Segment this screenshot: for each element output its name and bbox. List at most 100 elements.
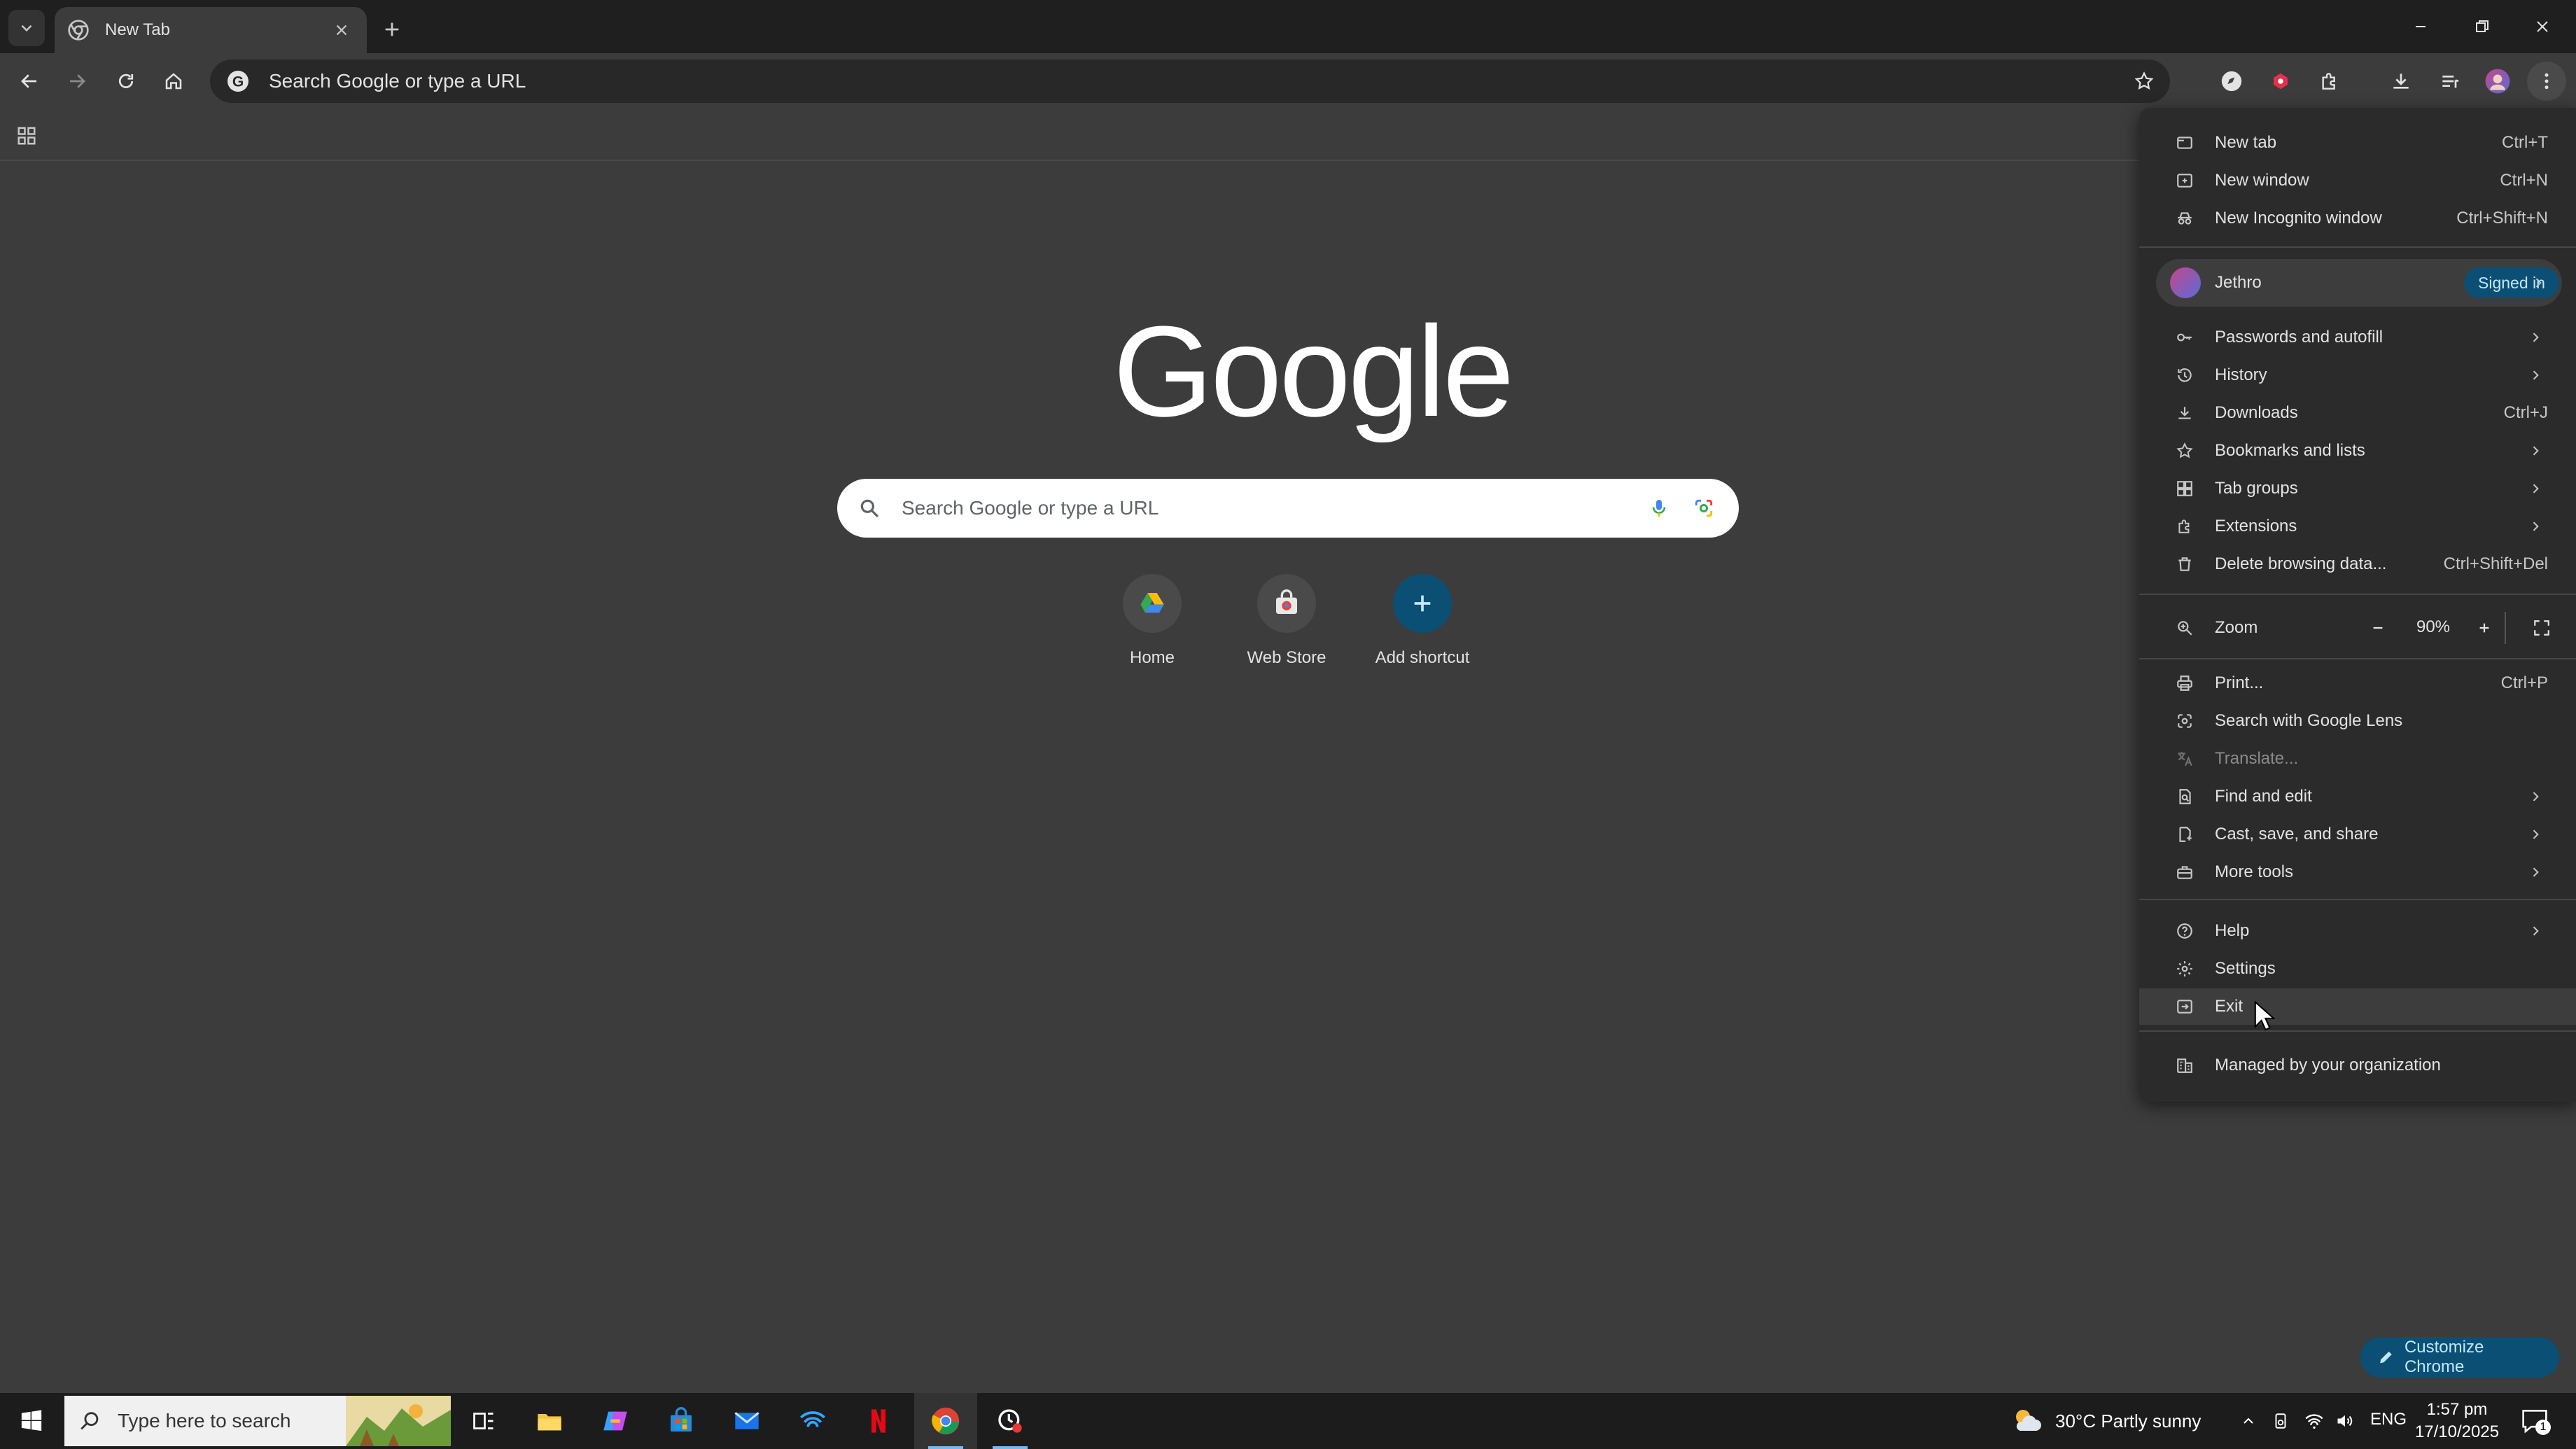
show-hidden-icons-button[interactable] (2234, 1407, 2262, 1435)
back-button[interactable] (8, 60, 50, 102)
menu-item-label: New Incognito window (2215, 209, 2382, 227)
microsoft-store-button[interactable] (650, 1393, 713, 1449)
extension-2-button[interactable] (2261, 62, 2300, 101)
netflix-icon (872, 1409, 886, 1433)
chrome-taskbar-button[interactable] (914, 1393, 977, 1449)
task-view-button[interactable] (452, 1393, 515, 1449)
chevron-right-icon (2533, 446, 2539, 456)
chevron-right-icon (2533, 332, 2539, 342)
menu-item-extensions[interactable]: Extensions (2139, 508, 2576, 545)
tab-search-button[interactable] (8, 10, 45, 46)
file-explorer-button[interactable] (518, 1393, 581, 1449)
new-tab-button[interactable] (375, 13, 409, 46)
google-drive-icon (1140, 593, 1164, 613)
menu-item-managed[interactable]: Managed by your organization (2139, 1047, 2576, 1084)
close-icon (2537, 21, 2548, 32)
menu-profile-row[interactable]: Jethro Signed in (2156, 259, 2562, 307)
voice-search-button[interactable] (1645, 494, 1673, 522)
netflix-button[interactable] (847, 1393, 910, 1449)
extension-1-button[interactable] (2212, 62, 2251, 101)
menu-item-new-window[interactable]: New window Ctrl+N (2139, 162, 2576, 199)
screen-recorder-button[interactable] (979, 1393, 1042, 1449)
menu-item-downloads[interactable]: Downloads Ctrl+J (2139, 395, 2576, 431)
home-button[interactable] (153, 60, 195, 102)
exit-icon (2174, 996, 2195, 1017)
copilot-button[interactable] (584, 1393, 647, 1449)
ntp-search-box[interactable]: Search Google or type a URL (837, 479, 1739, 538)
menu-item-label: New tab (2215, 133, 2277, 152)
menu-separator (2139, 246, 2576, 248)
shortcut-label: Web Store (1247, 648, 1326, 667)
start-button[interactable] (0, 1393, 63, 1449)
menu-item-label: Managed by your organization (2215, 1056, 2441, 1074)
extensions-button[interactable] (2310, 62, 2349, 101)
shortcut-add[interactable]: Add shortcut (1359, 574, 1485, 686)
web-store-icon (1276, 589, 1297, 614)
toolbox-icon (2174, 862, 2195, 883)
network-button[interactable] (2300, 1407, 2328, 1435)
taskbar-search-box[interactable]: Type here to search (64, 1396, 451, 1446)
omnibox[interactable]: G Search Google or type a URL (210, 59, 2170, 103)
shortcut-web-store[interactable]: Web Store (1224, 574, 1350, 686)
menu-item-passwords[interactable]: Passwords and autofill (2139, 319, 2576, 356)
menu-item-translate[interactable]: Translate... (2139, 741, 2576, 777)
zoom-in-button[interactable] (2470, 613, 2499, 643)
restore-button[interactable] (2460, 8, 2505, 45)
tray-device-button[interactable] (2267, 1407, 2295, 1435)
pencil-icon (2380, 1351, 2392, 1364)
apps-button[interactable] (11, 120, 42, 151)
volume-button[interactable] (2331, 1407, 2359, 1435)
bookmark-star-icon[interactable] (2134, 71, 2155, 92)
tab-new-tab[interactable]: New Tab (55, 7, 367, 53)
shortcut-home[interactable]: Home (1089, 574, 1215, 686)
plus-icon (1414, 595, 1431, 612)
profile-button[interactable] (2478, 62, 2517, 101)
ntp-search-placeholder: Search Google or type a URL (902, 497, 1159, 519)
close-window-button[interactable] (2520, 8, 2565, 45)
menu-item-label: Search with Google Lens (2215, 711, 2403, 730)
fullscreen-button[interactable] (2528, 615, 2555, 641)
svg-text:G: G (232, 74, 244, 90)
puzzle-icon (2174, 516, 2195, 537)
vpn-app-button[interactable] (781, 1393, 844, 1449)
minimize-button[interactable] (2398, 8, 2443, 45)
reload-button[interactable] (105, 60, 147, 102)
menu-item-label: Settings (2215, 959, 2276, 978)
menu-item-more-tools[interactable]: More tools (2139, 854, 2576, 890)
windows-logo-icon (21, 1410, 42, 1432)
menu-item-find-and-edit[interactable]: Find and edit (2139, 778, 2576, 815)
menu-item-print[interactable]: Print... Ctrl+P (2139, 665, 2576, 701)
forward-button[interactable] (56, 60, 98, 102)
menu-item-label: Passwords and autofill (2215, 328, 2384, 346)
menu-item-history[interactable]: History (2139, 357, 2576, 393)
lens-search-button[interactable] (1690, 494, 1718, 522)
chevron-right-icon (2533, 867, 2539, 877)
chrome-menu-button[interactable] (2527, 62, 2566, 101)
notification-center-button[interactable]: 1 (2517, 1406, 2552, 1436)
taskbar-clock[interactable]: 1:57 pm 17/10/2025 (2408, 1399, 2506, 1443)
menu-item-help[interactable]: Help (2139, 913, 2576, 949)
zoom-out-button[interactable] (2363, 613, 2393, 643)
menu-item-exit[interactable]: Exit (2139, 988, 2576, 1025)
menu-item-delete-browsing-data[interactable]: Delete browsing data... Ctrl+Shift+Del (2139, 546, 2576, 582)
menu-item-new-incognito-window[interactable]: New Incognito window Ctrl+Shift+N (2139, 200, 2576, 237)
menu-item-label: History (2215, 365, 2267, 384)
menu-item-tab-groups[interactable]: Tab groups (2139, 470, 2576, 507)
mail-button[interactable] (715, 1393, 778, 1449)
menu-item-settings[interactable]: Settings (2139, 951, 2576, 987)
menu-item-google-lens[interactable]: Search with Google Lens (2139, 703, 2576, 739)
shortcut-label: Home (1129, 648, 1175, 667)
language-indicator[interactable]: ENG (2370, 1410, 2407, 1429)
weather-widget[interactable]: 30°C Partly sunny (2010, 1393, 2201, 1449)
tab-close-button[interactable] (329, 18, 354, 43)
menu-item-new-tab[interactable]: New tab Ctrl+T (2139, 125, 2576, 161)
media-controls-button[interactable] (2430, 62, 2470, 101)
downloads-button[interactable] (2381, 62, 2421, 101)
menu-item-label: More tools (2215, 862, 2294, 881)
menu-item-bookmarks[interactable]: Bookmarks and lists (2139, 433, 2576, 469)
customize-chrome-button[interactable]: Customize Chrome (2360, 1337, 2559, 1378)
menu-item-cast-save-share[interactable]: Cast, save, and share (2139, 816, 2576, 853)
history-icon (2174, 365, 2195, 386)
shortcut-label: Add shortcut (1375, 648, 1470, 667)
menu-item-label: Bookmarks and lists (2215, 441, 2365, 460)
